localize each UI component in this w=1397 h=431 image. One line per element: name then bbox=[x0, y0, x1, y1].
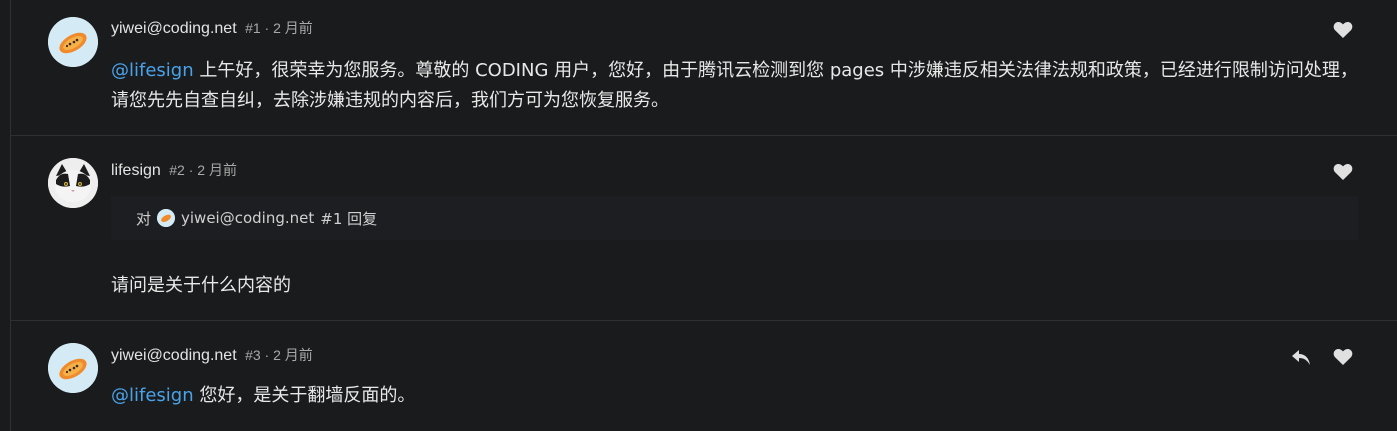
post-number-time[interactable]: #3 · 2 月前 bbox=[245, 347, 313, 363]
author-name[interactable]: yiwei@coding.net bbox=[111, 347, 237, 364]
comment-post: yiwei@coding.net #1 · 2 月前 @lifesign 上午好… bbox=[11, 0, 1397, 136]
user-mention[interactable]: @lifesign bbox=[111, 385, 194, 406]
author-name[interactable]: yiwei@coding.net bbox=[111, 20, 237, 37]
heart-icon bbox=[1333, 22, 1353, 38]
reply-reference[interactable]: 对 yiwei@coding.net #1 回复 bbox=[111, 196, 1358, 240]
reply-button[interactable] bbox=[1289, 345, 1313, 369]
like-button[interactable] bbox=[1331, 160, 1355, 184]
avatar[interactable] bbox=[48, 343, 98, 393]
like-button[interactable] bbox=[1331, 345, 1355, 369]
comment-post: lifesign #2 · 2 月前 对 yiwei@coding.net #1… bbox=[11, 136, 1397, 321]
post-text: 上午好，很荣幸为您服务。尊敬的 CODING 用户，您好，由于腾讯云检测到您 p… bbox=[111, 60, 1358, 111]
post-body: @lifesign 您好，是关于翻墙反面的。 bbox=[111, 381, 1361, 411]
papaya-avatar-icon bbox=[48, 17, 98, 67]
post-meta: lifesign #2 · 2 月前 bbox=[111, 160, 237, 180]
post-body: 请问是关于什么内容的 bbox=[111, 271, 1361, 301]
reply-avatar bbox=[157, 209, 176, 227]
reply-icon bbox=[1292, 350, 1310, 365]
reply-suffix[interactable]: #1 回复 bbox=[320, 208, 377, 229]
post-meta: yiwei@coding.net #3 · 2 月前 bbox=[111, 345, 313, 365]
post-body: @lifesign 上午好，很荣幸为您服务。尊敬的 CODING 用户，您好，由… bbox=[111, 56, 1361, 116]
cat-avatar-icon bbox=[48, 158, 98, 208]
post-text: 请问是关于什么内容的 bbox=[111, 275, 291, 296]
like-button[interactable] bbox=[1331, 18, 1355, 42]
comment-thread: yiwei@coding.net #1 · 2 月前 @lifesign 上午好… bbox=[10, 0, 1397, 431]
heart-icon bbox=[1333, 349, 1353, 365]
avatar[interactable] bbox=[48, 17, 98, 67]
comment-post: yiwei@coding.net #3 · 2 月前 @lifesign 您好，… bbox=[11, 321, 1397, 431]
reply-prefix: 对 bbox=[136, 209, 152, 228]
post-text: 您好，是关于翻墙反面的。 bbox=[193, 385, 416, 406]
post-number-time[interactable]: #2 · 2 月前 bbox=[169, 162, 237, 178]
papaya-avatar-icon bbox=[48, 343, 98, 393]
avatar[interactable] bbox=[48, 158, 98, 208]
heart-icon bbox=[1333, 164, 1353, 180]
author-name[interactable]: lifesign bbox=[111, 162, 161, 179]
papaya-avatar-icon bbox=[157, 209, 176, 227]
post-meta: yiwei@coding.net #1 · 2 月前 bbox=[111, 18, 313, 38]
reply-author[interactable]: yiwei@coding.net bbox=[181, 209, 314, 227]
post-number-time[interactable]: #1 · 2 月前 bbox=[245, 20, 313, 36]
user-mention[interactable]: @lifesign bbox=[111, 60, 194, 81]
